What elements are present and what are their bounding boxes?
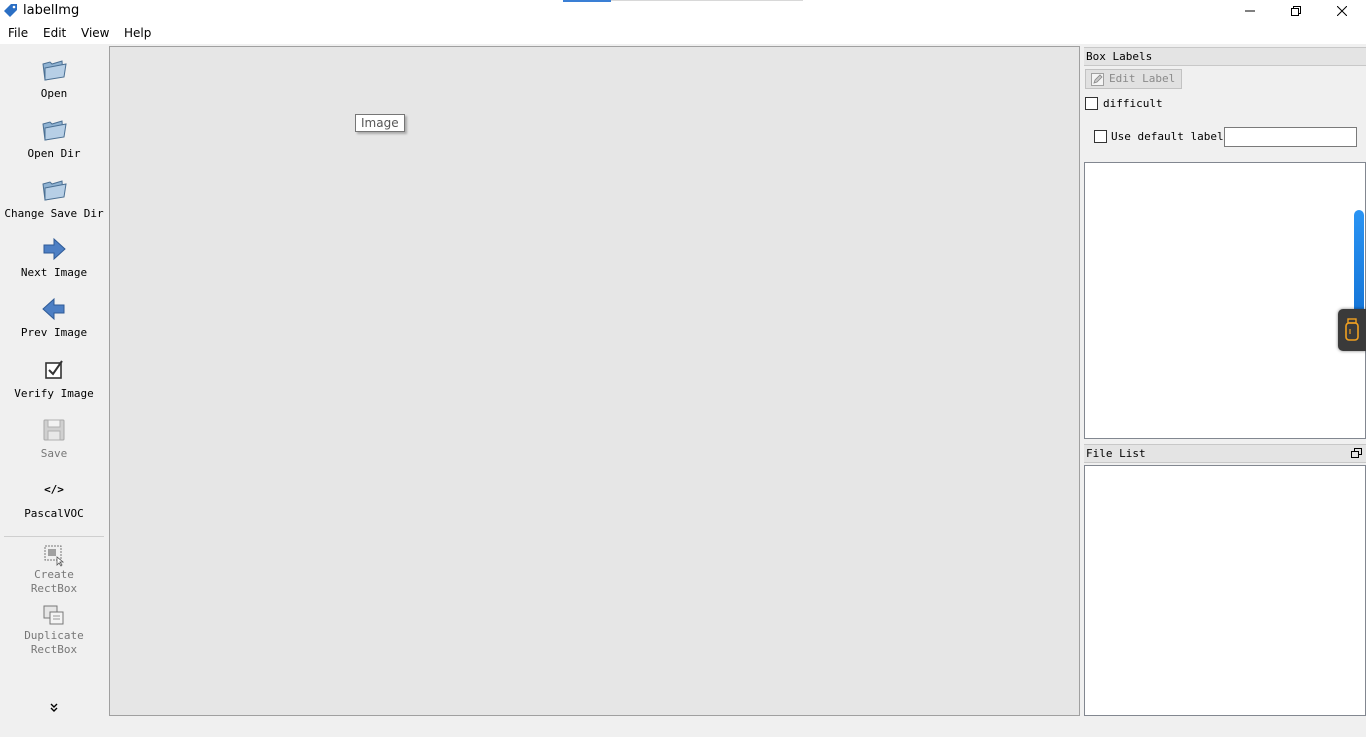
create-rectbox-icon: [44, 545, 65, 567]
label-list[interactable]: [1084, 162, 1366, 439]
status-bar: [0, 716, 1366, 737]
restore-icon: [1291, 6, 1301, 16]
format-toggle-button[interactable]: </> PascalVOC: [0, 476, 108, 521]
toolbar: Open Open Dir Change Save Dir Next Image…: [0, 46, 108, 716]
duplicate-rectbox-icon: [43, 605, 64, 625]
pencil-edit-icon: [1091, 73, 1104, 86]
box-labels-title: Box Labels: [1086, 50, 1153, 63]
default-label-input[interactable]: [1224, 127, 1357, 147]
close-button[interactable]: [1319, 0, 1365, 22]
app-tag-icon: [4, 4, 17, 17]
canvas-tooltip: Image: [355, 114, 405, 132]
open-label: Open: [40, 87, 68, 100]
change-save-dir-button[interactable]: Change Save Dir: [0, 176, 108, 221]
image-canvas[interactable]: Image: [109, 46, 1080, 716]
scroll-indicator[interactable]: [1354, 210, 1364, 320]
edit-label-button[interactable]: Edit Label: [1085, 69, 1182, 89]
floating-widget[interactable]: [1338, 309, 1366, 351]
close-icon: [1337, 6, 1347, 16]
box-labels-header: Box Labels: [1084, 47, 1366, 66]
dock-float-icon[interactable]: [1351, 448, 1362, 459]
arrow-right-icon: [43, 237, 66, 261]
minimize-button[interactable]: [1227, 0, 1273, 22]
create-rectbox-label-line1: Create: [34, 568, 74, 581]
window-title: labelImg: [23, 3, 80, 18]
code-icon: </>: [44, 483, 64, 496]
toolbar-divider: [4, 536, 104, 537]
folder-open-icon: [42, 180, 67, 201]
file-list-header: File List: [1084, 444, 1366, 463]
verify-image-label: Verify Image: [14, 387, 94, 400]
edit-label-text: Edit Label: [1109, 72, 1176, 85]
arrow-left-icon: [42, 297, 65, 321]
minimize-icon: [1245, 10, 1255, 12]
use-default-label-label: Use default label: [1111, 130, 1224, 143]
file-list[interactable]: [1084, 465, 1366, 716]
duplicate-rectbox-label-line1: Duplicate: [24, 629, 84, 642]
duplicate-rectbox-button[interactable]: Duplicate RectBox: [0, 604, 108, 657]
difficult-label: difficult: [1103, 97, 1163, 110]
folder-open-icon: [42, 60, 67, 81]
change-save-dir-label: Change Save Dir: [4, 207, 104, 220]
menu-view[interactable]: View: [81, 26, 109, 40]
battery-icon: [1345, 318, 1359, 341]
save-button[interactable]: Save: [0, 416, 108, 461]
chevron-double-down-icon[interactable]: [48, 702, 60, 714]
menu-bar: File Edit View Help: [0, 22, 1366, 44]
difficult-checkbox[interactable]: [1085, 97, 1098, 110]
menu-file[interactable]: File: [8, 26, 28, 40]
menu-help[interactable]: Help: [124, 26, 151, 40]
use-default-label-checkbox[interactable]: [1094, 130, 1107, 143]
save-label: Save: [40, 447, 68, 460]
restore-button[interactable]: [1273, 0, 1319, 22]
format-label: PascalVOC: [24, 507, 84, 520]
open-dir-button[interactable]: Open Dir: [0, 116, 108, 161]
folder-open-icon: [42, 120, 67, 141]
prev-image-label: Prev Image: [20, 326, 88, 339]
floppy-disk-icon: [43, 419, 65, 441]
title-accent-bar: [563, 0, 611, 2]
duplicate-rectbox-label-line2: RectBox: [30, 643, 78, 656]
file-list-title: File List: [1086, 447, 1146, 460]
menu-edit[interactable]: Edit: [43, 26, 66, 40]
checkbox-check-icon: [45, 360, 63, 379]
open-button[interactable]: Open: [0, 56, 108, 101]
create-rectbox-label-line2: RectBox: [30, 582, 78, 595]
next-image-button[interactable]: Next Image: [0, 235, 108, 280]
open-dir-label: Open Dir: [27, 147, 81, 160]
prev-image-button[interactable]: Prev Image: [0, 295, 108, 340]
title-accent-line: [611, 0, 803, 1]
verify-image-button[interactable]: Verify Image: [0, 356, 108, 401]
title-bar: labelImg: [0, 0, 1366, 22]
next-image-label: Next Image: [20, 266, 88, 279]
create-rectbox-button[interactable]: Create RectBox: [0, 543, 108, 596]
